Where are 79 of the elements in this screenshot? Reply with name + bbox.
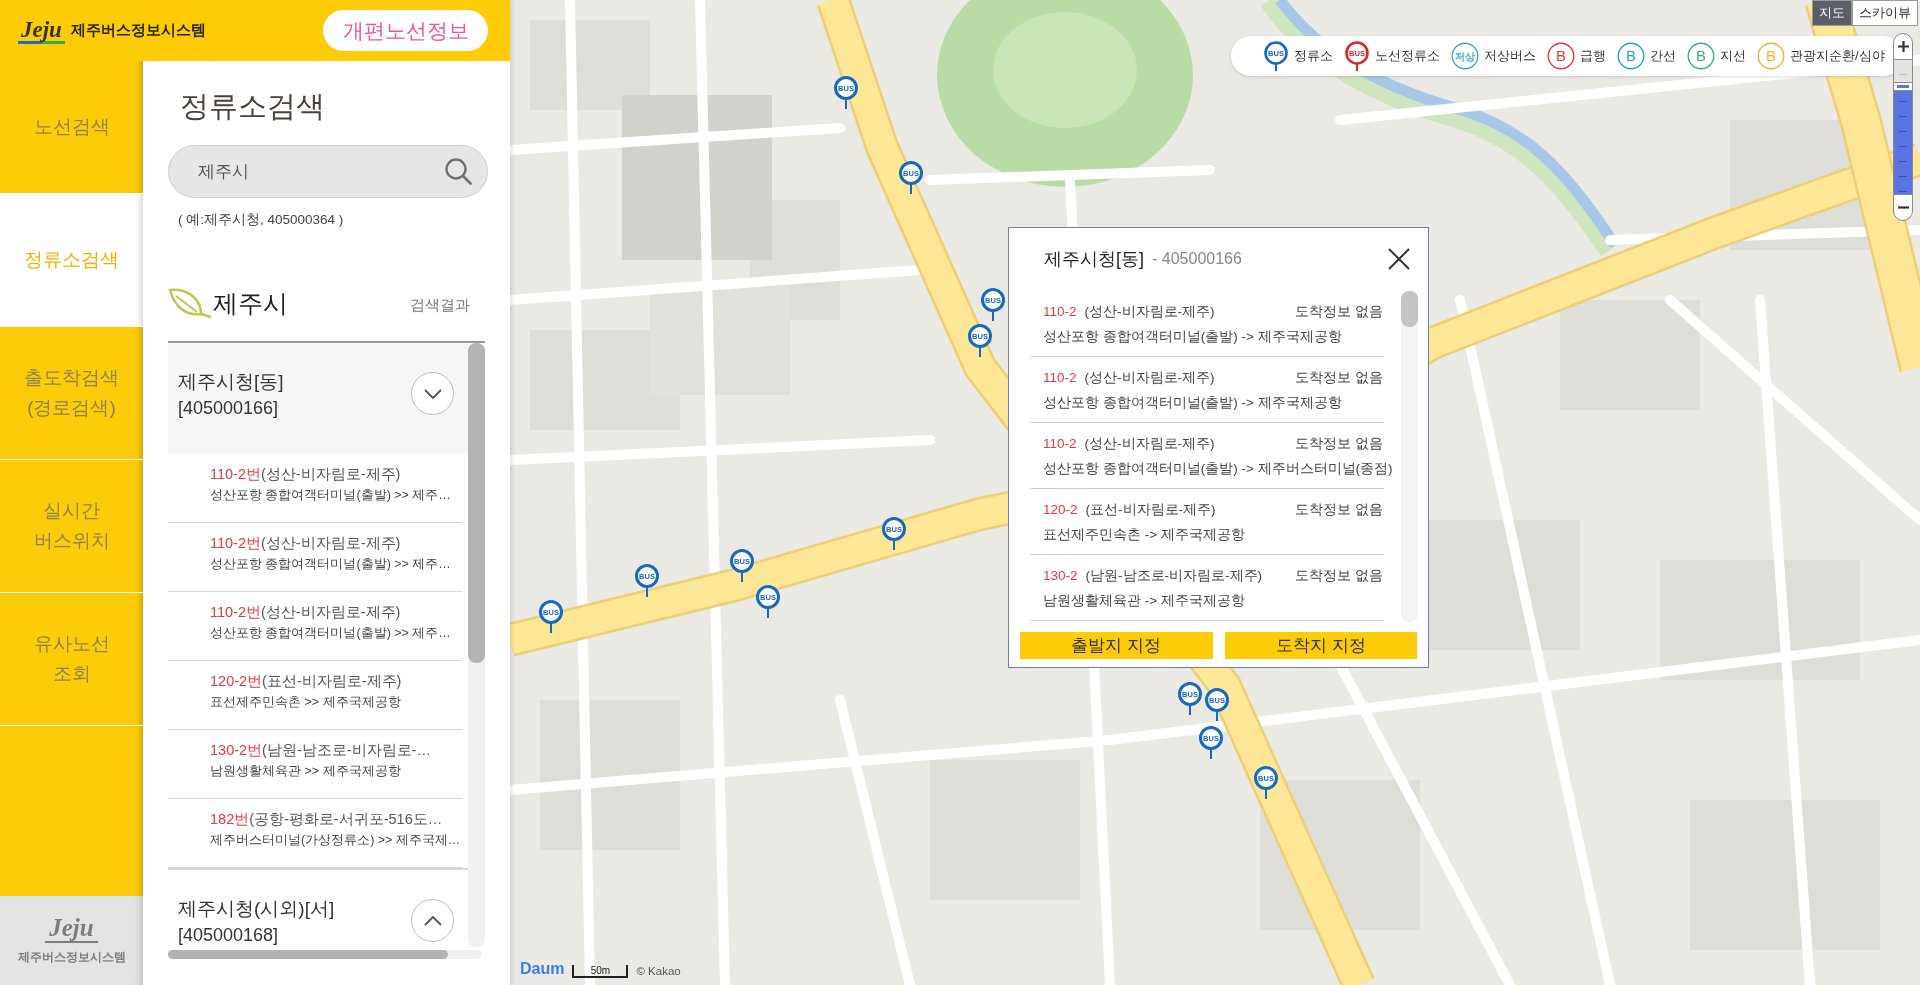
legend-label: 노선정류소 (1375, 47, 1440, 66)
plus-icon (1897, 41, 1909, 52)
legend-label: 저상버스 (1484, 47, 1536, 66)
arrival-status: 도착정보 없음 (1295, 567, 1383, 585)
map-copyright: © Kakao (636, 964, 681, 978)
search-icon[interactable] (444, 157, 472, 185)
popup-stop-code: - 405000166 (1152, 249, 1242, 269)
route-title[interactable]: 110-2번(성산-비자림로-제주) (210, 603, 462, 622)
zoom-slider-thumb[interactable] (1893, 81, 1913, 91)
collapse-button[interactable] (411, 372, 454, 415)
stop-name: 제주시청[동] (178, 370, 285, 394)
bus-type-symbol: B (1547, 42, 1575, 70)
site-title[interactable]: 제주버스정보시스템 (70, 19, 206, 42)
route-title[interactable]: 182번(공항-평화로-서귀포-516도… (210, 810, 462, 829)
panel-title: 정류소검색 (180, 89, 326, 124)
route-direction: 성산포항 종합여객터미널(출발) >> 제주… (210, 487, 452, 504)
close-button[interactable] (1387, 247, 1411, 271)
arrival-status: 도착정보 없음 (1295, 435, 1383, 453)
scrollbar-thumb[interactable] (1401, 291, 1418, 327)
bus-type-symbol: B (1687, 42, 1715, 70)
route-title[interactable]: 110-2 (성산-비자림로-제주) (1043, 368, 1215, 388)
footer-site-title: 제주버스정보시스템 (17, 949, 126, 965)
route-title[interactable]: 120-2 (표선-비자림로-제주) (1043, 500, 1216, 520)
scrollbar-track[interactable] (468, 343, 485, 947)
route-direction: 성산포항 종합여객터미널(출발) >> 제주… (210, 556, 452, 573)
arrival-status: 도착정보 없음 (1295, 369, 1383, 387)
set-destination-button[interactable]: 도착지 지정 (1224, 632, 1417, 659)
route-direction: 제주버스터미널(가상정류소) >> 제주국제… (210, 832, 462, 849)
legend-label: 급행 (1580, 47, 1606, 66)
map-type-tab[interactable]: 지도 (1812, 0, 1852, 26)
bus-type-symbol: B (1757, 42, 1785, 70)
stop-result-header[interactable]: 제주시청(시외)[서] [405000168] (168, 868, 468, 947)
zoom-in-button[interactable] (1893, 33, 1913, 60)
route-direction: 성산포항 종합여객터미널(출발) -> 제주국제공항 (1043, 328, 1342, 346)
bus-type-symbol: 저상 (1451, 42, 1479, 70)
route-direction: 성산포항 종합여객터미널(출발) >> 제주… (210, 625, 452, 642)
minus-icon (1897, 206, 1909, 209)
route-direction: 표선제주민속촌 -> 제주국제공항 (1043, 526, 1245, 544)
arrival-status: 도착정보 없음 (1295, 501, 1383, 519)
search-field[interactable]: 제주시 (168, 145, 488, 198)
set-origin-button[interactable]: 출발지 지정 (1020, 632, 1213, 659)
route-direction: 표선제주민속촌 >> 제주국제공항 (210, 694, 402, 711)
route-title[interactable]: 110-2 (성산-비자림로-제주) (1043, 302, 1215, 322)
chevron-down-icon (423, 388, 442, 399)
route-title[interactable]: 130-2 (남원-남조로-비자림로-제주) (1043, 566, 1262, 586)
legend-label: 지선 (1720, 47, 1746, 66)
close-icon (1387, 247, 1411, 271)
bus-type-symbol: B (1617, 42, 1645, 70)
route-title[interactable]: 130-2번(남원-남조로-비자림로-… (210, 741, 462, 760)
zoom-out-button[interactable] (1893, 194, 1913, 221)
expand-button[interactable] (411, 899, 454, 942)
map-provider-logo[interactable]: Daum (520, 960, 565, 978)
scrollbar-thumb[interactable] (468, 343, 485, 663)
results-label: 검색결과 (410, 294, 470, 315)
stop-result-header[interactable]: 제주시청[동] [405000166] (168, 343, 468, 454)
search-hint: ( 예:제주시청, 405000364 ) (178, 211, 345, 228)
leaf-icon (168, 287, 212, 319)
route-title[interactable]: 110-2 (성산-비자림로-제주) (1043, 434, 1215, 454)
route-direction: 남원생활체육관 >> 제주국제공항 (210, 763, 402, 780)
stop-name: 제주시청(시외)[서] (178, 897, 336, 921)
route-change-notice-button[interactable]: 개편노선정보 (323, 10, 488, 51)
legend-label: 정류소 (1294, 47, 1333, 66)
route-direction: 남원생활체육관 -> 제주국제공항 (1043, 592, 1245, 610)
popup-title: 제주시청[동] (1044, 248, 1144, 271)
route-title[interactable]: 110-2번(성산-비자림로-제주) (210, 465, 462, 484)
route-title[interactable]: 120-2번(표선-비자림로-제주) (210, 672, 462, 691)
map-scale-bar: 50m (572, 965, 629, 978)
route-title[interactable]: 110-2번(성산-비자림로-제주) (210, 534, 462, 553)
arrival-status: 도착정보 없음 (1295, 303, 1383, 321)
map-type-tab[interactable]: 스카이뷰 (1852, 0, 1918, 26)
scrollbar-track[interactable] (1401, 291, 1418, 622)
stop-code: [405000166] (178, 397, 280, 420)
legend-label: 관광지순환/심야 (1790, 47, 1885, 66)
legend-label: 간선 (1650, 47, 1676, 66)
route-direction: 성산포항 종합여객터미널(출발) -> 제주국제공항 (1043, 394, 1342, 412)
route-direction: 성산포항 종합여객터미널(출발) -> 제주버스터미널(종점) (1043, 460, 1393, 478)
chevron-up-icon (423, 915, 442, 926)
region-title: 제주시 (213, 288, 288, 319)
stop-code: [405000168] (178, 924, 280, 947)
